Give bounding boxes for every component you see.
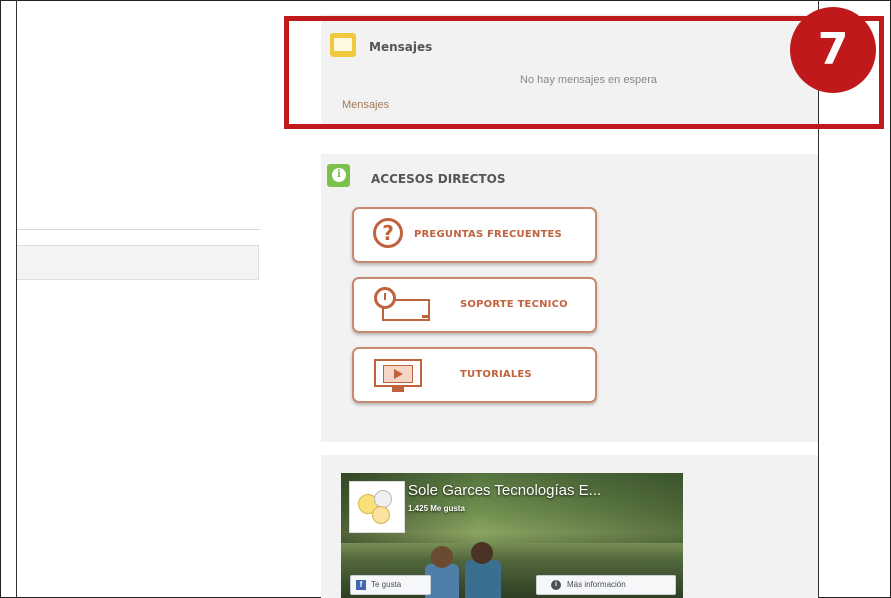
video-monitor-icon — [374, 359, 424, 395]
facebook-more-info-button[interactable]: i Más información — [536, 575, 676, 595]
question-icon: ? — [373, 218, 403, 248]
tutorials-button[interactable]: TUTORIALES — [352, 347, 597, 403]
facebook-like-label: Te gusta — [371, 580, 402, 589]
facebook-icon: f — [356, 580, 366, 590]
clock-monitor-icon — [374, 287, 434, 323]
step-number-badge: 7 — [790, 7, 876, 93]
tutorials-button-label: TUTORIALES — [460, 369, 532, 380]
info-glyph: i — [332, 168, 346, 182]
facebook-page-name[interactable]: Sole Garces Tecnologías E... — [408, 482, 601, 499]
page-logo[interactable] — [349, 481, 405, 533]
content-input-field[interactable] — [17, 245, 259, 280]
faq-button[interactable]: ? PREGUNTAS FRECUENTES — [352, 207, 597, 263]
cover-people-image — [421, 538, 511, 598]
facebook-more-info-label: Más información — [567, 580, 626, 589]
facebook-page-widget[interactable]: Sole Garces Tecnologías E... 1.425 Me gu… — [341, 473, 683, 598]
facebook-like-button[interactable]: f Te gusta — [350, 575, 431, 595]
faq-button-label: PREGUNTAS FRECUENTES — [414, 229, 562, 240]
tech-support-button[interactable]: SOPORTE TECNICO — [352, 277, 597, 333]
facebook-likes-count: 1.425 Me gusta — [408, 504, 465, 513]
info-circle-icon: i — [551, 580, 561, 590]
shortcuts-title: ACCESOS DIRECTOS — [371, 172, 506, 186]
content-left-border — [16, 0, 17, 598]
tech-support-button-label: SOPORTE TECNICO — [460, 299, 568, 310]
content-divider — [17, 229, 260, 230]
info-icon: i — [327, 164, 350, 187]
